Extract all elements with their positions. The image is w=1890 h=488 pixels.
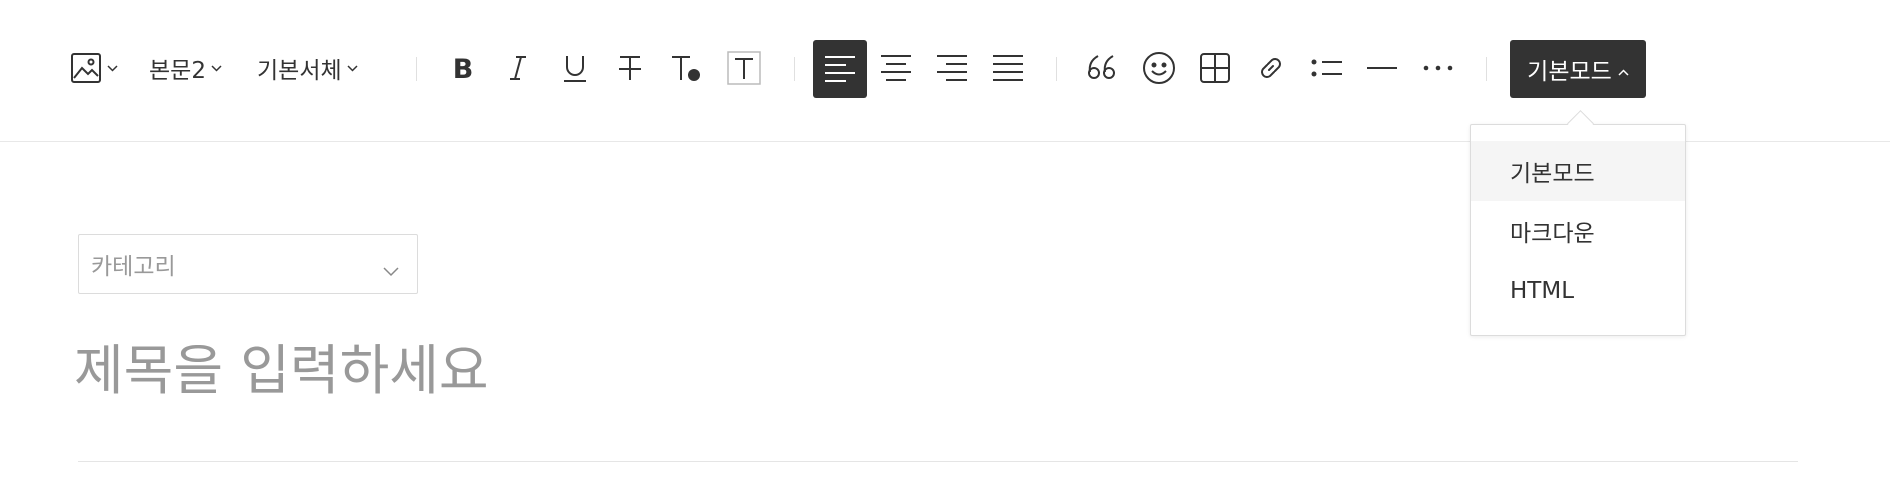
chevron-down-icon xyxy=(347,64,358,72)
mode-option-html[interactable]: HTML xyxy=(1471,261,1685,321)
font-family-dropdown[interactable]: 기본서체 xyxy=(257,50,358,86)
align-right-icon xyxy=(936,54,968,82)
toolbar-separator xyxy=(794,57,795,81)
align-left-button[interactable] xyxy=(813,40,867,98)
insert-image-button[interactable] xyxy=(66,46,122,90)
toolbar-separator xyxy=(1486,57,1487,81)
mode-option-label: 기본모드 xyxy=(1510,161,1595,187)
text-color-icon xyxy=(670,53,702,83)
align-justify-button[interactable] xyxy=(986,46,1030,90)
image-icon xyxy=(70,52,102,84)
horizontal-rule-button[interactable] xyxy=(1360,46,1404,90)
align-justify-icon xyxy=(992,54,1024,82)
mode-option-label: 마크다운 xyxy=(1510,221,1595,247)
link-icon xyxy=(1255,52,1287,84)
toolbar-separator xyxy=(416,57,417,81)
category-placeholder: 카테고리 xyxy=(91,254,176,280)
title-input[interactable] xyxy=(74,330,1474,410)
paragraph-style-dropdown[interactable]: 본문2 xyxy=(149,50,222,86)
quote-button[interactable] xyxy=(1080,46,1124,90)
more-button[interactable] xyxy=(1416,46,1460,90)
bold-icon: B xyxy=(449,53,477,83)
table-icon xyxy=(1199,52,1231,84)
list-icon xyxy=(1311,56,1343,80)
emoji-button[interactable] xyxy=(1137,46,1181,90)
align-center-button[interactable] xyxy=(874,46,918,90)
svg-text:B: B xyxy=(453,54,474,83)
editor-toolbar: 본문2 기본서체 B 기본모드 xyxy=(0,0,1890,142)
bold-button[interactable]: B xyxy=(441,46,485,90)
underline-button[interactable] xyxy=(553,46,597,90)
strikethrough-icon xyxy=(616,53,644,83)
strikethrough-button[interactable] xyxy=(608,46,652,90)
text-background-button[interactable] xyxy=(722,46,766,90)
chevron-down-icon xyxy=(383,257,399,283)
editor-mode-button[interactable]: 기본모드 xyxy=(1510,40,1646,98)
title-divider xyxy=(78,461,1798,462)
chevron-down-icon xyxy=(211,64,222,72)
chevron-up-icon xyxy=(1618,56,1629,82)
category-select[interactable]: 카테고리 xyxy=(78,234,418,294)
italic-button[interactable] xyxy=(496,46,540,90)
more-icon xyxy=(1422,64,1454,72)
text-color-button[interactable] xyxy=(664,46,708,90)
table-button[interactable] xyxy=(1193,46,1237,90)
chevron-down-icon xyxy=(107,64,118,72)
text-background-icon xyxy=(727,51,761,85)
align-center-icon xyxy=(880,54,912,82)
mode-option-basic[interactable]: 기본모드 xyxy=(1471,141,1685,201)
list-button[interactable] xyxy=(1305,46,1349,90)
paragraph-style-label: 본문2 xyxy=(149,58,206,84)
editor-mode-dropdown: 기본모드 마크다운 HTML xyxy=(1470,110,1686,336)
mode-option-markdown[interactable]: 마크다운 xyxy=(1471,201,1685,261)
toolbar-separator xyxy=(1056,57,1057,81)
align-left-icon xyxy=(824,55,856,83)
emoji-icon xyxy=(1142,51,1176,85)
mode-option-label: HTML xyxy=(1510,278,1575,304)
quote-icon xyxy=(1086,54,1118,82)
editor-mode-label: 기본모드 xyxy=(1527,59,1612,85)
align-right-button[interactable] xyxy=(930,46,974,90)
italic-icon xyxy=(505,53,531,83)
horizontal-rule-icon xyxy=(1366,63,1398,73)
font-family-label: 기본서체 xyxy=(257,58,342,84)
underline-icon xyxy=(561,53,589,83)
link-button[interactable] xyxy=(1249,46,1293,90)
